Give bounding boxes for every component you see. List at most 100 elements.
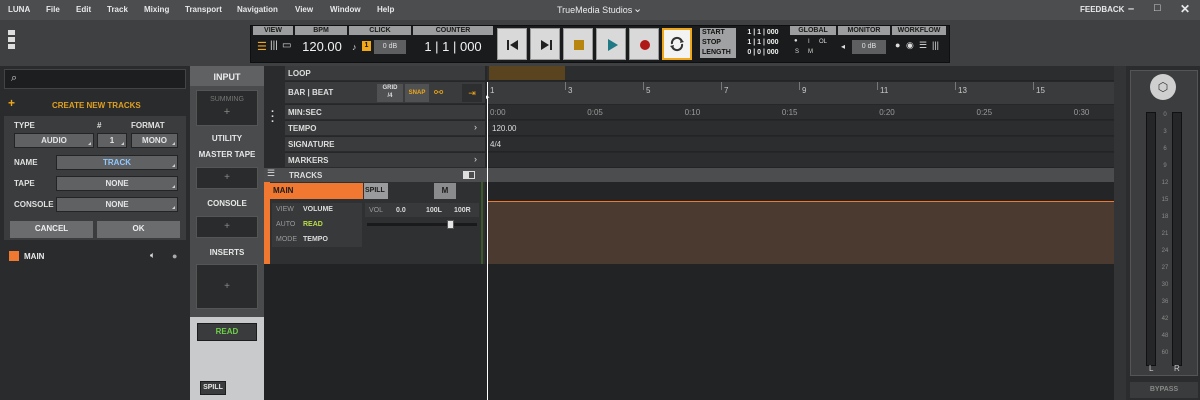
volume-slider-thumb[interactable]	[447, 220, 454, 229]
console-slot[interactable]: +	[196, 216, 258, 238]
monitor-level[interactable]: 0 dB	[852, 40, 886, 54]
forward-button[interactable]	[530, 28, 560, 60]
global-dot-icon[interactable]: ●	[794, 38, 798, 44]
cancel-button[interactable]: CANCEL	[10, 221, 93, 238]
grid-menu-icon[interactable]	[8, 30, 16, 56]
ok-button[interactable]: OK	[97, 221, 180, 238]
insert-slot[interactable]: +	[196, 264, 258, 309]
chevron-right-icon[interactable]: ›	[474, 122, 477, 132]
name-field[interactable]: TRACK	[56, 155, 178, 170]
global-i[interactable]: I	[808, 39, 810, 45]
play-button[interactable]	[596, 28, 626, 60]
volume-slider[interactable]	[367, 220, 477, 229]
signature-ruler-label[interactable]: SIGNATURE	[285, 137, 485, 152]
rewind-button[interactable]	[497, 28, 527, 60]
loop-range[interactable]	[489, 66, 565, 80]
mode-value[interactable]: TEMPO	[303, 236, 328, 243]
track-height-icon[interactable]	[463, 171, 475, 179]
tape-dropdown[interactable]: NONE	[56, 176, 178, 191]
start-value[interactable]: 1 | 1 | 000	[740, 28, 786, 38]
pan-left-value[interactable]: 100L	[426, 207, 442, 214]
stop-value[interactable]: 1 | 1 | 000	[740, 38, 786, 48]
list-view-icon[interactable]: ☰	[257, 40, 267, 53]
master-tape-slot[interactable]: +	[196, 167, 258, 189]
grid-button[interactable]: GRID/4	[377, 84, 403, 102]
markers-ruler[interactable]	[487, 153, 1114, 168]
summing-slot[interactable]: SUMMING +	[196, 90, 258, 126]
chevron-right-icon[interactable]: ›	[474, 154, 477, 164]
tempo-value[interactable]: 120.00	[492, 121, 516, 136]
metronome-icon[interactable]: ♪	[352, 42, 357, 52]
close-icon[interactable]: ✕	[1180, 2, 1190, 16]
menu-mixing[interactable]: Mixing	[144, 5, 169, 14]
bars-icon[interactable]: |||	[932, 40, 939, 50]
minsec-ruler-label[interactable]: MIN:SEC	[285, 105, 485, 120]
track-name[interactable]: MAIN	[270, 183, 363, 199]
global-s[interactable]: S	[795, 49, 799, 55]
mute-button[interactable]: M	[434, 183, 456, 199]
feedback-link[interactable]: FEEDBACK	[1080, 5, 1124, 14]
menu-edit[interactable]: Edit	[76, 5, 91, 14]
global-ol[interactable]: OL	[819, 39, 827, 45]
bypass-button[interactable]: BYPASS	[1130, 382, 1198, 398]
menu-navigation[interactable]: Navigation	[237, 5, 278, 14]
target-icon[interactable]: ◉	[906, 40, 914, 51]
menu-transport[interactable]: Transport	[185, 5, 222, 14]
speaker-icon[interactable]: 🔈︎	[150, 250, 155, 261]
click-level[interactable]: 0 dB	[374, 40, 406, 54]
automation-mode[interactable]: READ	[197, 323, 257, 341]
stop-button[interactable]	[563, 28, 593, 60]
spill-button[interactable]: SPILL	[200, 381, 226, 395]
plus-icon[interactable]: +	[8, 96, 15, 110]
tracks-menu-icon[interactable]: ☰	[267, 168, 275, 179]
format-dropdown[interactable]: MONO	[131, 133, 178, 148]
loop-ruler[interactable]	[487, 66, 1114, 81]
playhead-marker-icon[interactable]: ▸	[486, 93, 490, 101]
type-dropdown[interactable]: AUDIO	[14, 133, 94, 148]
search-input[interactable]: ⌕	[4, 69, 186, 89]
create-new-tracks[interactable]: CREATE NEW TRACKS	[52, 101, 141, 110]
menu-file[interactable]: File	[46, 5, 60, 14]
maximize-icon[interactable]: □	[1154, 2, 1161, 14]
barbeat-ruler[interactable]: 1 3 5 7 9 11 13 15	[487, 82, 1114, 104]
bpm-value[interactable]: 120.00	[297, 39, 347, 54]
signature-value[interactable]: 4/4	[490, 137, 501, 152]
markers-ruler-label[interactable]: MARKERS	[285, 153, 485, 168]
tempo-ruler-label[interactable]: TEMPO	[285, 121, 485, 136]
global-m[interactable]: M	[808, 49, 813, 55]
signature-ruler[interactable]: 4/4	[487, 137, 1114, 152]
mixer-view-icon[interactable]: |||	[270, 40, 278, 51]
monitor-view-icon[interactable]: ▭	[282, 40, 291, 51]
loop-ruler-label[interactable]: LOOP	[285, 66, 485, 81]
track-lane[interactable]	[487, 201, 1114, 264]
menu-track[interactable]: Track	[107, 5, 128, 14]
track-color-swatch[interactable]	[9, 251, 19, 261]
minimize-icon[interactable]: –	[1128, 3, 1134, 15]
count-stepper[interactable]: 1	[97, 133, 127, 148]
click-count[interactable]: 1	[362, 41, 371, 51]
dot-icon[interactable]: ●	[895, 40, 900, 50]
length-value[interactable]: 0 | 0 | 000	[740, 48, 786, 58]
input-section[interactable]: INPUT	[190, 66, 264, 86]
track-list-main[interactable]: MAIN	[24, 252, 44, 261]
auto-value[interactable]: READ	[303, 221, 323, 228]
follow-icon[interactable]: ⇥	[462, 84, 482, 102]
minsec-ruler[interactable]: 0:00 0:05 0:10 0:15 0:20 0:25 0:30	[487, 105, 1114, 120]
console-dropdown[interactable]: NONE	[56, 197, 178, 212]
tempo-ruler[interactable]: 120.00	[487, 121, 1114, 136]
menu-help[interactable]: Help	[377, 5, 394, 14]
vol-value[interactable]: 0.0	[396, 207, 406, 214]
menu-view[interactable]: View	[295, 5, 313, 14]
more-options-icon[interactable]: · · ·	[271, 107, 275, 128]
loop-button[interactable]	[662, 28, 692, 60]
session-title[interactable]: TrueMedia Studios	[557, 5, 632, 15]
app-menu[interactable]: LUNA	[8, 5, 30, 14]
snap-button[interactable]: SNAP	[405, 84, 429, 102]
list-icon[interactable]: ☰	[919, 40, 927, 51]
record-button[interactable]	[629, 28, 659, 60]
menu-window[interactable]: Window	[330, 5, 361, 14]
track-spill-button[interactable]: SPILL	[364, 183, 388, 199]
chevron-down-icon[interactable]: ⌄	[633, 2, 642, 15]
record-arm-icon[interactable]: ●	[172, 251, 177, 261]
counter-value[interactable]: 1 | 1 | 000	[413, 39, 493, 54]
